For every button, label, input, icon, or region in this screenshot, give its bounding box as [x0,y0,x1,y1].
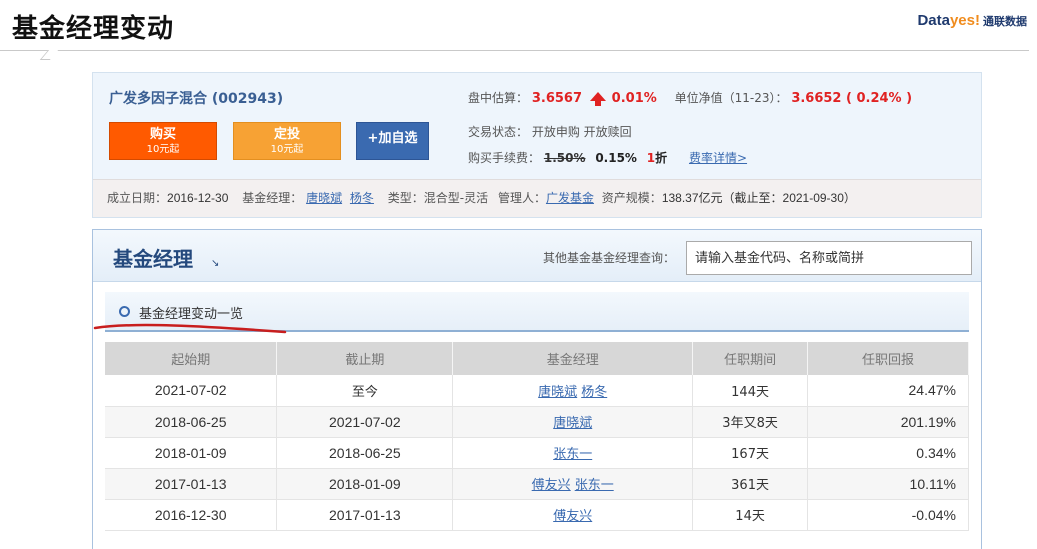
estimate-row: 盘中估算： 3.6567 0.01% 单位净值（11-23）： 3.6652 (… [468,89,912,106]
fund-size: 138.37亿元（截止至：2021-09-30） [661,191,856,205]
buy-button[interactable]: 购买 10元起 [109,122,217,160]
company-link[interactable]: 广发基金 [546,191,594,205]
up-arrow-icon [589,92,606,106]
estimate-value: 3.6567 [531,91,583,106]
manager-cell: 张东一 [452,437,694,469]
manager-cell: 傅友兴 张东一 [452,468,694,500]
manager-change-table: 起始期 截止期 基金经理 任职期间 任职回报 2021-07-02 至今 唐晓斌… [105,342,969,531]
manager-link[interactable]: 张东一 [553,447,592,462]
query-label: 其他基金基金经理查询： [543,251,676,265]
return: -0.04% [807,499,969,531]
return: 201.19% [807,406,969,438]
end-date: 2021-07-02 [276,406,454,438]
col-return: 任职回报 [807,342,969,375]
start-date: 2017-01-13 [105,468,278,500]
manager-cell: 唐晓斌 杨冬 [452,375,694,407]
start-date: 2021-07-02 [105,375,278,407]
return: 0.34% [807,437,969,469]
circle-icon [119,306,130,317]
fee-detail-link[interactable]: 费率详情> [689,151,747,165]
col-start: 起始期 [105,342,278,375]
start-date: 2018-06-25 [105,406,278,438]
fee-current: 0.15% [595,151,637,165]
fee-row: 购买手续费： 1.50% 0.15% 1折 费率详情> [468,149,747,166]
nav-value: 3.6652 ( 0.24% ) [791,91,913,106]
nav-label: 单位净值（11-23）： [674,91,788,105]
fund-name[interactable]: 广发多因子混合 (002943) [109,88,283,108]
fee-discount: 1折 [646,151,668,165]
datayes-logo: Datayes! 通联数据 [917,12,1027,29]
end-date: 2017-01-13 [276,499,454,531]
fee-label: 购买手续费： [468,151,541,165]
table-row: 2016-12-30 2017-01-13 傅友兴 14天 -0.04% [105,499,969,531]
divider-notch [39,50,59,60]
col-manager: 基金经理 [452,342,694,375]
start-date: 2016-12-30 [105,499,278,531]
manager-cell: 傅友兴 [452,499,694,531]
estimate-label: 盘中估算： [468,91,529,105]
duration: 3年又8天 [692,406,809,438]
duration: 14天 [692,499,809,531]
auto-invest-button[interactable]: 定投 10元起 [233,122,341,160]
panel-title: 基金经理 [113,247,193,271]
col-end: 截止期 [276,342,454,375]
duration: 144天 [692,375,809,407]
end-date: 至今 [276,375,454,407]
manager-link[interactable]: 张东一 [575,478,614,493]
duration: 167天 [692,437,809,469]
arrow-icon: ↘ [211,258,220,269]
fund-meta-bar: 成立日期：2016-12-30 基金经理： 唐晓斌 杨冬 类型：混合型-灵活 管… [93,179,981,217]
return: 10.11% [807,468,969,500]
fee-original: 1.50% [543,151,586,165]
end-date: 2018-01-09 [276,468,454,500]
title-divider [0,50,1029,51]
established-date: 2016-12-30 [167,191,229,205]
col-duration: 任职期间 [692,342,809,375]
manager-link[interactable]: 唐晓斌 [553,416,592,431]
slide-title: 基金经理变动 [12,14,175,44]
manager-panel: 基金经理 ↘ 其他基金基金经理查询： 基金经理变动一览 起始期 截止期 基金经理… [92,229,982,549]
trade-status: 交易状态： 开放申购 开放赎回 [468,125,632,139]
table-row: 2021-07-02 至今 唐晓斌 杨冬 144天 24.47% [105,375,969,407]
fund-type: 类型：混合型-灵活 [387,191,489,205]
manager-search-input[interactable] [686,241,972,275]
duration: 361天 [692,468,809,500]
manager-cell: 唐晓斌 [452,406,694,438]
red-underline-annotation [93,323,287,334]
meta-manager-link[interactable]: 杨冬 [350,191,374,205]
table-header-row: 起始期 截止期 基金经理 任职期间 任职回报 [105,342,969,375]
manager-link[interactable]: 杨冬 [581,385,607,400]
add-watchlist-button[interactable]: +加自选 [356,122,429,160]
end-date: 2018-06-25 [276,437,454,469]
manager-link[interactable]: 唐晓斌 [538,385,577,400]
table-row: 2018-06-25 2021-07-02 唐晓斌 3年又8天 201.19% [105,406,969,438]
fund-header: 广发多因子混合 (002943) 购买 10元起 定投 10元起 +加自选 盘中… [92,72,982,218]
return: 24.47% [807,375,969,407]
manager-panel-header: 基金经理 ↘ 其他基金基金经理查询： [93,230,981,282]
manager-link[interactable]: 傅友兴 [532,478,571,493]
manager-link[interactable]: 傅友兴 [553,509,592,524]
table-row: 2017-01-13 2018-01-09 傅友兴 张东一 361天 10.11% [105,468,969,500]
table-row: 2018-01-09 2018-06-25 张东一 167天 0.34% [105,437,969,469]
start-date: 2018-01-09 [105,437,278,469]
meta-manager-link[interactable]: 唐晓斌 [306,191,342,205]
estimate-change: 0.01% [611,91,657,106]
